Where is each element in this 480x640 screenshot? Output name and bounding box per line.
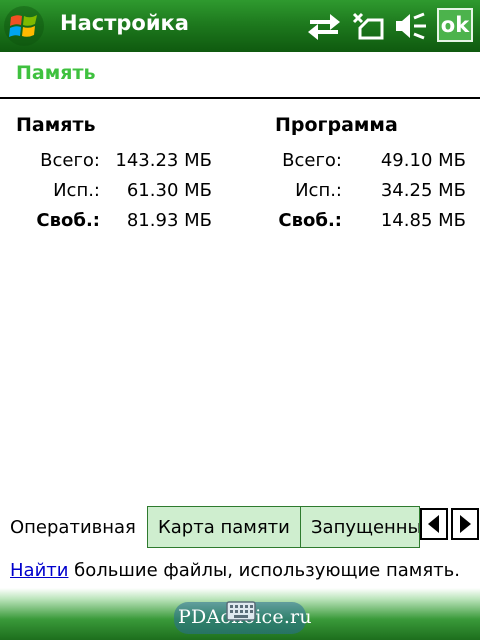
program-heading: Программа bbox=[275, 114, 398, 136]
memory-free-label: Своб.: bbox=[36, 210, 100, 231]
memory-free-value: 81.93 МБ bbox=[126, 210, 212, 231]
program-total-value: 49.10 МБ bbox=[380, 150, 466, 171]
program-free-label: Своб.: bbox=[278, 210, 342, 231]
memory-used-value: 61.30 МБ bbox=[126, 180, 212, 201]
arrow-right-icon bbox=[460, 515, 471, 533]
divider bbox=[0, 97, 480, 99]
tab-ram[interactable]: Оперативная bbox=[0, 506, 148, 548]
keyboard-icon[interactable] bbox=[226, 600, 256, 622]
memory-heading: Память bbox=[16, 114, 96, 136]
memory-used-label: Исп.: bbox=[53, 180, 100, 201]
windows-start-icon[interactable] bbox=[2, 4, 46, 48]
program-free-value: 14.85 МБ bbox=[380, 210, 466, 231]
hint-text: Найти большие файлы, использующие память… bbox=[10, 560, 460, 581]
program-used-label: Исп.: bbox=[295, 180, 342, 201]
tab-running-programs[interactable]: Запущенные bbox=[300, 506, 420, 548]
hint-description: большие файлы, использующие память. bbox=[68, 560, 460, 581]
program-used-value: 34.25 МБ bbox=[380, 180, 466, 201]
volume-muted-icon[interactable] bbox=[392, 10, 428, 42]
window-title: Настройка bbox=[60, 11, 189, 35]
program-total-label: Всего: bbox=[282, 150, 342, 171]
section-title: Память bbox=[16, 62, 96, 84]
arrow-left-icon bbox=[428, 515, 439, 533]
tab-scroll-left-button[interactable] bbox=[420, 508, 448, 540]
ok-button[interactable]: ok bbox=[437, 8, 473, 42]
battery-icon[interactable] bbox=[350, 10, 386, 42]
find-link[interactable]: Найти bbox=[10, 560, 68, 581]
connectivity-icon[interactable] bbox=[306, 10, 342, 42]
tab-storage-card[interactable]: Карта памяти bbox=[147, 506, 301, 548]
tab-scroll-right-button[interactable] bbox=[451, 508, 479, 540]
memory-total-label: Всего: bbox=[40, 150, 100, 171]
tab-strip: Оперативная Карта памяти Запущенные bbox=[0, 506, 480, 548]
memory-total-value: 143.23 МБ bbox=[115, 150, 212, 171]
